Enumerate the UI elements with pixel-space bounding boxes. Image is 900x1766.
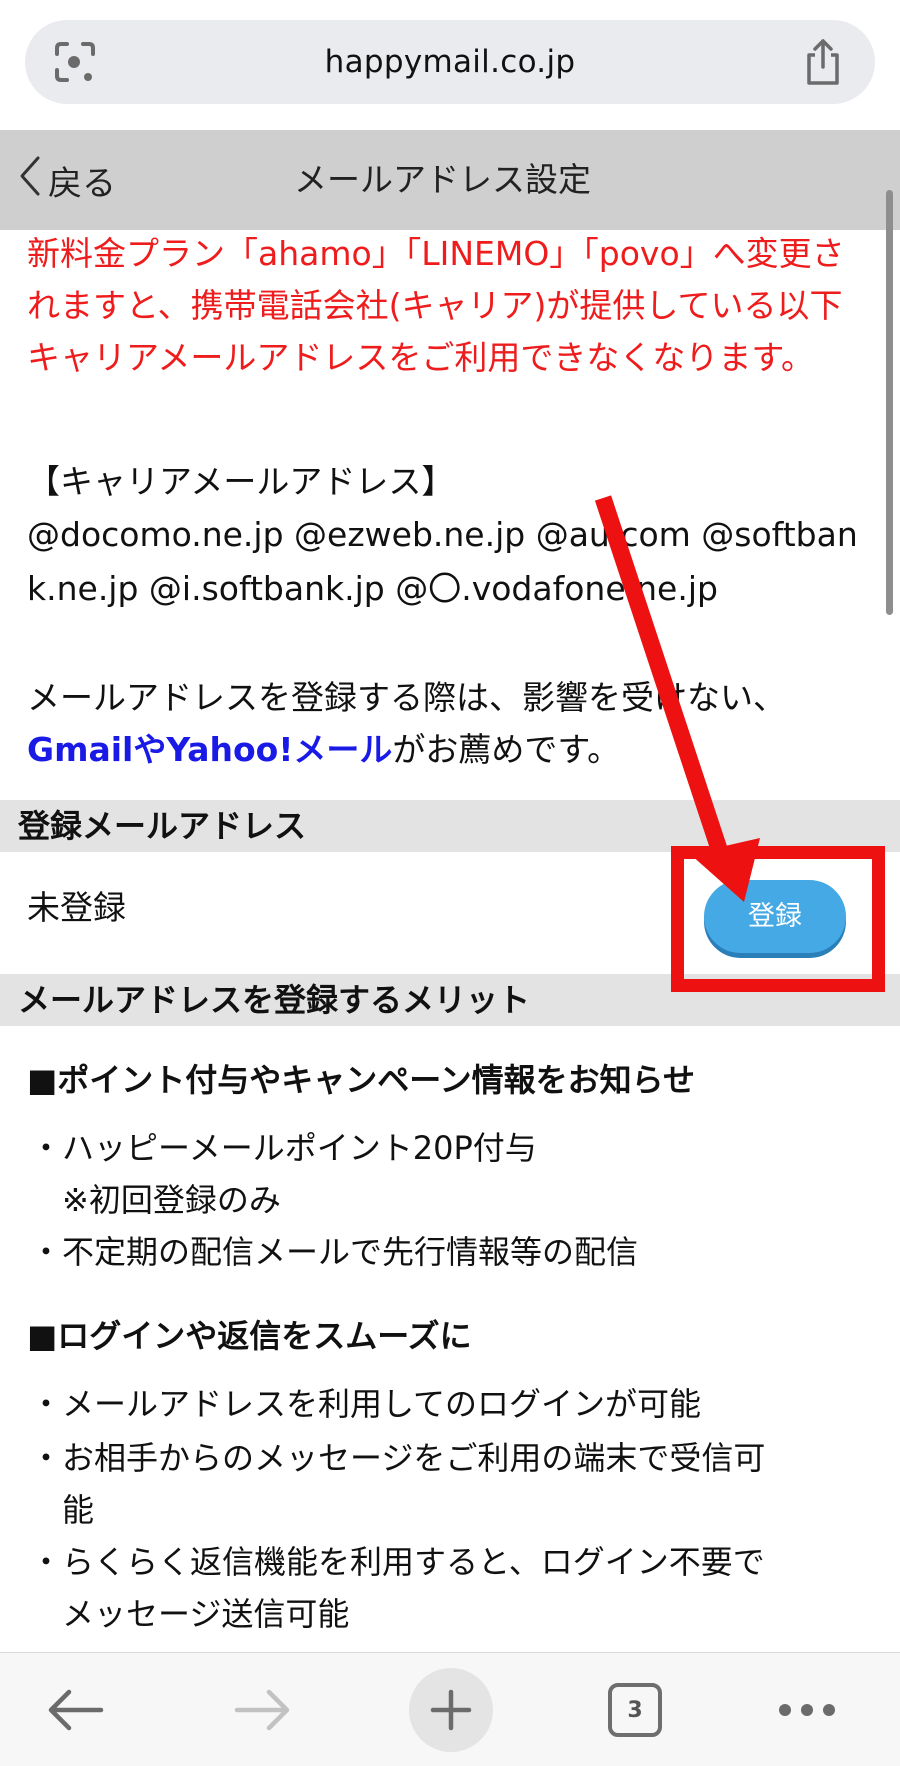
chevron-left-icon — [18, 154, 42, 207]
merit-heading: ■ポイント付与やキャンペーン情報をお知らせ — [27, 1061, 695, 1099]
merit-bullet: ・らくらく返信機能を利用すると、ログイン不要で — [30, 1543, 765, 1581]
plus-icon[interactable] — [406, 1653, 496, 1766]
carrier-warning: 新料金プラン「ahamo」「LINEMO」「povo」へ変更されますと、携帯電話… — [27, 234, 845, 377]
scrollbar[interactable] — [886, 190, 893, 615]
back-label: 戻る — [48, 163, 116, 204]
recommend-text: メールアドレスを登録する際は、影響を受けない、 GmailやYahoo!メールがお… — [27, 672, 872, 776]
carrier-mail-list: @docomo.ne.jp @ezweb.ne.jp @au.com @soft… — [27, 515, 858, 608]
registered-section-title: 登録メールアドレス — [18, 807, 307, 845]
registered-section-bar: 登録メールアドレス — [0, 800, 900, 852]
merits-section-title: メールアドレスを登録するメリット — [18, 981, 531, 1019]
recommend-after: がお薦めです。 — [392, 730, 621, 769]
tabs-icon[interactable]: 3 — [590, 1653, 680, 1766]
page-title: メールアドレス設定 — [294, 160, 591, 199]
browser-top-bar: happymail.co.jp — [0, 0, 900, 130]
merit-bullet: ※初回登録のみ — [30, 1181, 281, 1219]
merit-bullet: ・ハッピーメールポイント20P付与 — [30, 1129, 537, 1167]
merit-bullet: ・お相手からのメッセージをご利用の端末で受信可 — [30, 1439, 766, 1477]
more-dots-icon[interactable] — [762, 1653, 852, 1766]
merit-bullet: メッセージ送信可能 — [30, 1595, 350, 1633]
page-header: メールアドレス設定 戻る — [0, 130, 900, 230]
arrow-left-icon[interactable] — [30, 1653, 120, 1766]
arrow-right-icon[interactable] — [218, 1653, 308, 1766]
merit-bullet: ・メールアドレスを利用してのログインが可能 — [30, 1385, 702, 1423]
address-bar[interactable]: happymail.co.jp — [25, 20, 875, 104]
recommend-before: メールアドレスを登録する際は、影響を受けない、 — [27, 678, 786, 717]
new-tab-button[interactable] — [409, 1668, 493, 1752]
carrier-mail-title: 【キャリアメールアドレス】 — [27, 462, 455, 501]
tab-count[interactable]: 3 — [608, 1683, 662, 1737]
back-button[interactable]: 戻る — [18, 130, 116, 230]
merit-bullet: ・不定期の配信メールで先行情報等の配信 — [30, 1233, 639, 1271]
share-icon[interactable] — [801, 37, 845, 87]
merit-bullet: 能 — [30, 1491, 95, 1529]
recommend-highlight: GmailやYahoo!メール — [27, 730, 393, 769]
merit-heading: ■ログインや返信をスムーズに — [27, 1317, 472, 1355]
highlight-box — [671, 846, 885, 992]
registration-status: 未登録 — [27, 888, 126, 927]
browser-toolbar: 3 — [0, 1652, 900, 1766]
url-text[interactable]: happymail.co.jp — [25, 20, 875, 104]
